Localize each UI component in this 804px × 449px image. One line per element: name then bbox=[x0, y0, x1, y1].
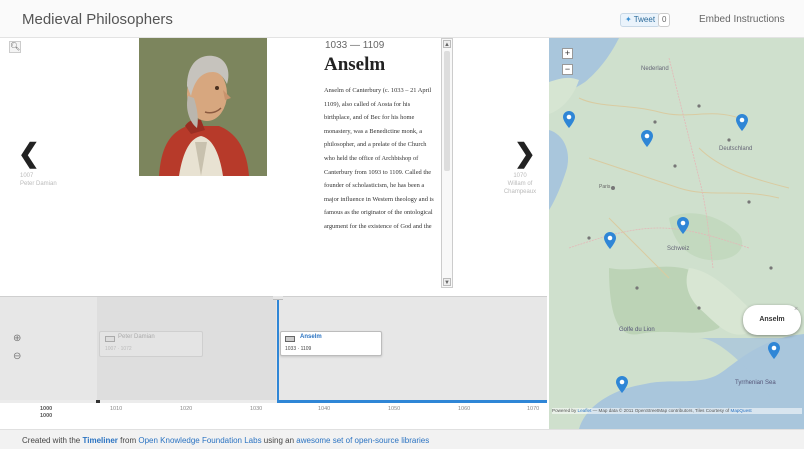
marker-sub: 1007 · 1072 bbox=[105, 346, 132, 352]
app-header: Medieval Philosophers ✦ Tweet 0 Embed In… bbox=[0, 0, 804, 38]
mapquest-link[interactable]: MapQuest bbox=[731, 408, 752, 413]
image-icon bbox=[285, 336, 295, 342]
map-label: Deutschland bbox=[719, 146, 752, 152]
tweet-count: 0 bbox=[658, 13, 671, 27]
map-zoom-in-button[interactable]: + bbox=[562, 48, 573, 59]
year-label: 1040 bbox=[318, 406, 331, 412]
image-icon bbox=[105, 336, 115, 342]
map-pin-icon[interactable] bbox=[616, 376, 628, 393]
marker-sub: 1033 · 1109 bbox=[285, 346, 312, 352]
map-popup: Anselm bbox=[743, 305, 801, 335]
map-label: Tyrrhenian Sea bbox=[735, 380, 776, 386]
map-label: Schweiz bbox=[667, 246, 689, 252]
tweet-button[interactable]: ✦ Tweet bbox=[620, 13, 661, 27]
timeliner-link[interactable]: Timeliner bbox=[82, 436, 117, 445]
footer-credits: Created with the Timeliner from Open Kno… bbox=[22, 436, 429, 445]
okfn-labs-link[interactable]: Open Knowledge Foundation Labs bbox=[138, 436, 261, 445]
year-label: 1030 bbox=[250, 406, 263, 412]
sub-year-label: 1000 bbox=[40, 413, 53, 419]
map-label: Paris bbox=[599, 184, 611, 190]
map-label: Nederland bbox=[641, 66, 669, 72]
attribution-prefix: Powered by bbox=[552, 408, 577, 413]
footer-prefix: Created with the bbox=[22, 436, 83, 445]
year-label: 1020 bbox=[180, 406, 193, 412]
slide-description: Anselm of Canterbury (c. 1033 – 21 April… bbox=[324, 87, 434, 230]
year-label: 1070 bbox=[527, 406, 540, 412]
next-slide-date: 1070 bbox=[513, 173, 527, 179]
scroll-down-arrow-icon[interactable]: ▼ bbox=[443, 278, 451, 286]
embed-instructions-link[interactable]: Embed Instructions bbox=[699, 14, 785, 25]
footer-from: from bbox=[117, 436, 139, 445]
previous-slide-button[interactable]: ❮ bbox=[18, 138, 40, 169]
next-slide-button[interactable]: ❯ bbox=[514, 138, 536, 169]
map-pin-icon[interactable] bbox=[677, 217, 689, 234]
twitter-bird-icon: ✦ bbox=[625, 15, 632, 24]
tweet-label: Tweet bbox=[633, 15, 656, 24]
marker-label: Anselm bbox=[300, 334, 322, 340]
timeline-cap bbox=[273, 296, 283, 300]
map-pin-icon[interactable] bbox=[563, 111, 575, 128]
footer-using: using an bbox=[261, 436, 297, 445]
year-label: 1060 bbox=[458, 406, 471, 412]
page-title: Medieval Philosophers bbox=[22, 11, 173, 28]
map-pin-icon[interactable] bbox=[736, 114, 748, 131]
previous-slide-caption[interactable]: 1007 Peter Damian bbox=[20, 172, 57, 188]
map-zoom-out-button[interactable]: − bbox=[562, 64, 573, 75]
scroll-thumb[interactable] bbox=[444, 51, 450, 171]
timeline-marker-anselm[interactable]: Anselm 1033 · 1109 bbox=[280, 331, 382, 356]
previous-slide-date: 1007 bbox=[20, 173, 34, 179]
slide-dates: 1033 — 1109 bbox=[325, 40, 385, 51]
timeline-current-line bbox=[277, 297, 279, 401]
year-label: 1000 bbox=[40, 406, 53, 412]
year-label: 1010 bbox=[110, 406, 123, 412]
marker-label: Peter Damian bbox=[118, 334, 155, 340]
map-attribution: Powered by Leaflet — Map data © 2011 Ope… bbox=[552, 408, 802, 414]
year-label: 1050 bbox=[388, 406, 401, 412]
attribution-text: — Map data © 2011 OpenStreetMap contribu… bbox=[591, 408, 730, 413]
search-icon[interactable]: 🔍︎ bbox=[9, 41, 21, 53]
map-pin-icon[interactable] bbox=[768, 342, 780, 359]
slide-scrollbar[interactable]: ▲ ▼ bbox=[441, 38, 453, 288]
timeline-marker-peter-damian[interactable]: Peter Damian 1007 · 1072 bbox=[99, 331, 203, 357]
leaflet-link[interactable]: Leaflet bbox=[578, 408, 592, 413]
libraries-link[interactable]: awesome set of open-source libraries bbox=[296, 436, 429, 445]
next-slide-caption[interactable]: 1070 Willam of Champeaux bbox=[500, 172, 540, 196]
zoom-in-icon[interactable]: ⊕ bbox=[13, 333, 21, 344]
map-label: Golfe du Lion bbox=[619, 327, 655, 333]
map-pin-icon[interactable] bbox=[604, 232, 616, 249]
map-pin-icon[interactable] bbox=[641, 130, 653, 147]
story-panel bbox=[0, 38, 547, 296]
scroll-up-arrow-icon[interactable]: ▲ bbox=[443, 40, 451, 48]
footer: Created with the Timeliner from Open Kno… bbox=[0, 429, 804, 449]
anselm-portrait bbox=[139, 38, 267, 176]
close-icon[interactable]: × bbox=[794, 306, 798, 313]
previous-slide-title: Peter Damian bbox=[20, 181, 57, 187]
zoom-out-icon[interactable]: ⊖ bbox=[13, 351, 21, 362]
slide-title: Anselm bbox=[324, 54, 386, 75]
next-slide-title: Willam of Champeaux bbox=[503, 181, 537, 195]
